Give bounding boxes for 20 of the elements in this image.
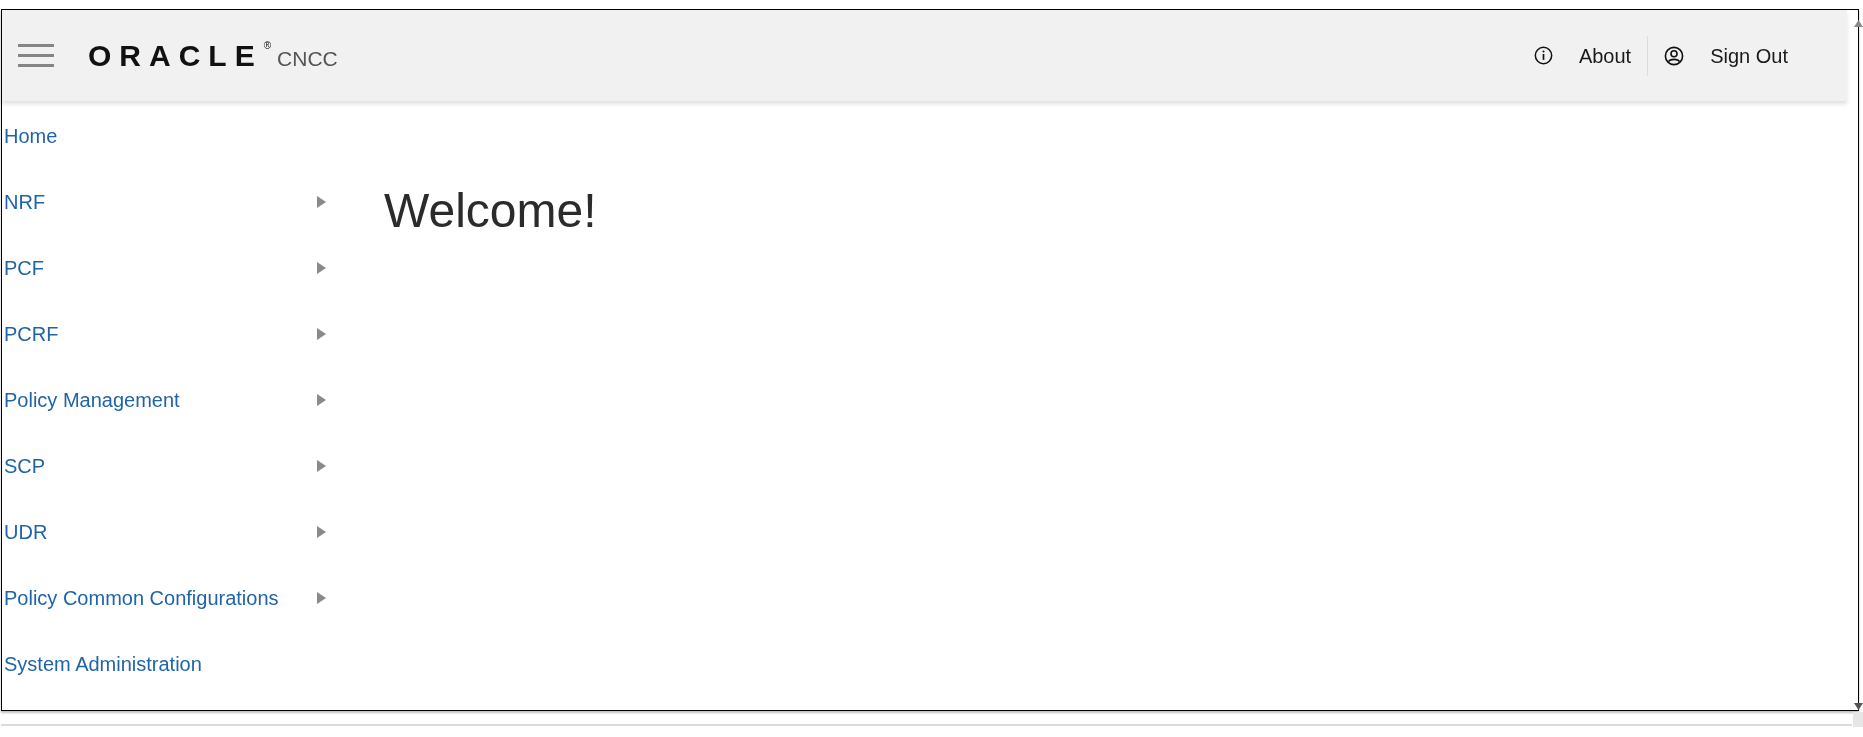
nav-item[interactable]: NRF xyxy=(2,169,330,235)
scroll-down-icon[interactable] xyxy=(1854,703,1863,710)
scroll-up-icon[interactable] xyxy=(1854,20,1863,27)
product-name: CNCC xyxy=(277,46,338,71)
user-icon xyxy=(1664,45,1685,66)
nav-item[interactable]: PCRF xyxy=(2,301,330,367)
nav-item[interactable]: Home xyxy=(2,103,330,169)
nav-item[interactable]: System Administration xyxy=(2,631,330,697)
nav-item[interactable]: PCF xyxy=(2,235,330,301)
logo-wordmark: ORACLE xyxy=(88,40,263,71)
welcome-heading: Welcome! xyxy=(384,183,597,239)
nav-item[interactable]: Policy Management xyxy=(2,367,330,433)
info-icon xyxy=(1533,46,1553,65)
registered-mark: ® xyxy=(263,40,272,51)
nav-item[interactable]: SCP xyxy=(2,433,330,499)
menu-icon xyxy=(18,44,54,67)
nav-item[interactable]: UDR xyxy=(2,499,330,565)
about-button[interactable]: About xyxy=(1531,36,1634,75)
nav-item[interactable]: Policy Common Configurations xyxy=(2,565,330,631)
sign-out-button[interactable]: Sign Out xyxy=(1662,36,1790,75)
